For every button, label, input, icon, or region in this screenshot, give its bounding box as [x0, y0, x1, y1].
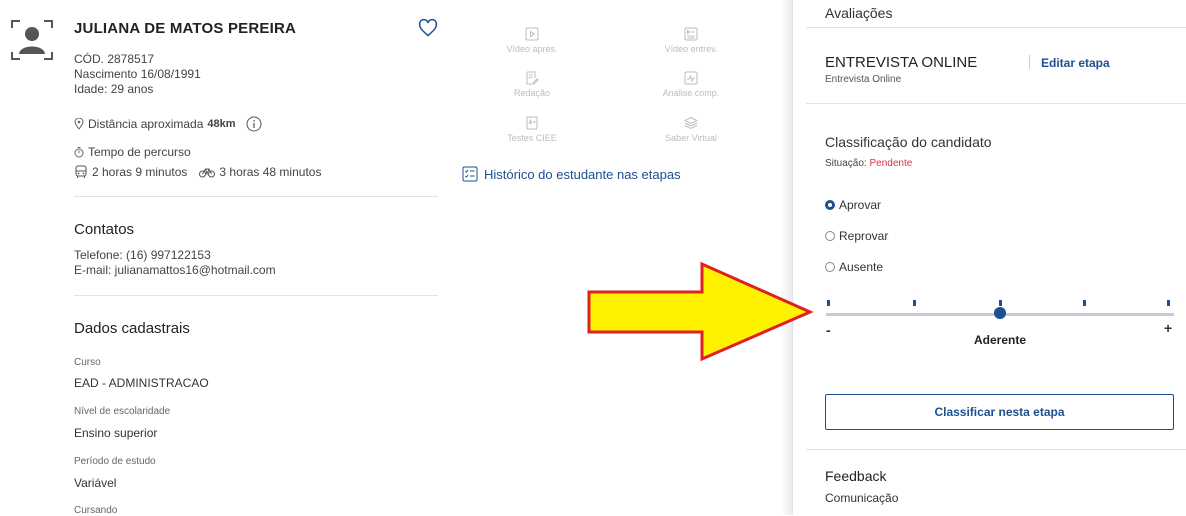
travel-time-label: Tempo de percurso [88, 145, 191, 159]
edit-stage-link[interactable]: Editar etapa [1041, 56, 1110, 70]
radio-reject[interactable]: Reprovar [825, 229, 888, 243]
video-interview-icon [684, 27, 698, 41]
slider-tick [913, 300, 916, 306]
field-value-study-period: Variável [74, 476, 117, 490]
media-item-behavior-analysis[interactable]: Análise comp. [636, 71, 746, 98]
field-value-education: Ensino superior [74, 426, 158, 440]
travel-bike-time: 3 horas 48 minutos [219, 165, 322, 179]
radio-absent[interactable]: Ausente [825, 260, 883, 274]
slider-tick [999, 300, 1002, 306]
separator [1029, 55, 1030, 69]
student-history-link[interactable]: Histórico do estudante nas etapas [462, 166, 681, 182]
candidate-name: JULIANA DE MATOS PEREIRA [74, 20, 297, 37]
divider [806, 449, 1186, 450]
candidate-age: Idade: 29 anos [74, 82, 154, 96]
candidate-code: CÓD. 2878517 [74, 52, 155, 66]
radio-circle[interactable] [825, 231, 835, 241]
contacts-title: Contatos [74, 221, 135, 238]
panel-header: Avaliações [825, 5, 893, 21]
media-item-saber-virtual[interactable]: Saber Virtual [636, 116, 746, 143]
edit-document-icon [526, 71, 539, 85]
adherence-slider-handle[interactable] [994, 307, 1006, 319]
test-document-icon [526, 116, 538, 130]
bus-icon [75, 165, 87, 178]
divider [806, 27, 1186, 28]
media-item-essay[interactable]: Redação [477, 71, 587, 98]
travel-modes-row: 2 horas 9 minutos 3 horas 48 minutos [74, 165, 321, 179]
radio-circle[interactable] [825, 200, 835, 210]
media-label: Vídeo entrev. [664, 44, 718, 54]
stage-title: ENTREVISTA ONLINE [825, 54, 978, 71]
classify-stage-button[interactable]: Classificar nesta etapa [825, 394, 1174, 430]
radio-circle[interactable] [825, 262, 835, 272]
stopwatch-icon [74, 147, 84, 158]
field-label-attending: Cursando [74, 505, 118, 516]
media-item-video-interview[interactable]: Vídeo entrev. [636, 27, 746, 54]
media-label: Análise comp. [662, 88, 720, 98]
layers-icon [684, 116, 698, 130]
slider-value-label: Aderente [973, 333, 1026, 347]
status-row: Situação: Pendente [825, 158, 912, 169]
travel-bus-time: 2 horas 9 minutos [92, 165, 188, 179]
divider [74, 295, 438, 296]
distance-value: 48km [207, 118, 236, 130]
registration-title: Dados cadastrais [74, 320, 190, 337]
play-video-icon [525, 27, 539, 41]
checklist-icon [462, 166, 478, 182]
slider-tick [1083, 300, 1086, 306]
radio-label: Aprovar [839, 198, 882, 212]
location-pin-icon [74, 118, 84, 130]
media-label: Vídeo apres. [506, 44, 558, 54]
radio-label: Ausente [839, 260, 884, 274]
contact-email: E-mail: julianamattos16@hotmail.com [74, 263, 276, 277]
divider [806, 103, 1186, 104]
slider-tick [1167, 300, 1170, 306]
student-history-label: Histórico do estudante nas etapas [484, 166, 681, 182]
media-item-ciee-tests[interactable]: Testes CIEE [477, 116, 587, 143]
media-label: Redação [513, 88, 551, 98]
radio-label: Reprovar [839, 229, 889, 243]
chart-analysis-icon [684, 71, 698, 85]
media-item-video-presentation[interactable]: Vídeo apres. [477, 27, 587, 54]
distance-row: Distância aproximada 48km [74, 116, 262, 132]
status-value: Pendente [869, 158, 913, 169]
slider-max-label: + [1164, 320, 1173, 336]
media-label: Saber Virtual [665, 133, 717, 143]
feedback-title: Feedback [825, 468, 887, 484]
candidate-birth: Nascimento 16/08/1991 [74, 67, 201, 81]
classification-title: Classificação do candidato [825, 134, 992, 150]
field-value-course: EAD - ADMINISTRACAO [74, 376, 209, 390]
feedback-item: Comunicação [825, 491, 899, 505]
avatar [10, 18, 54, 62]
field-label-study-period: Período de estudo [74, 456, 156, 467]
media-label: Testes CIEE [507, 133, 557, 143]
status-label: Situação: [825, 158, 867, 169]
slider-tick [827, 300, 830, 306]
bicycle-icon [199, 168, 216, 178]
field-label-course: Curso [74, 357, 101, 368]
divider [74, 196, 438, 197]
radio-approve[interactable]: Aprovar [825, 198, 881, 212]
stage-subtitle: Entrevista Online [825, 74, 902, 85]
annotation-arrow-icon [587, 261, 814, 362]
info-icon[interactable] [246, 116, 262, 132]
field-label-education: Nível de escolaridade [74, 406, 171, 417]
slider-min-label: - [826, 322, 831, 338]
distance-label: Distância aproximada [88, 117, 204, 131]
favorite-heart-icon[interactable] [418, 18, 438, 38]
contact-phone: Telefone: (16) 997122153 [74, 248, 211, 262]
travel-time-row: Tempo de percurso [74, 145, 191, 159]
